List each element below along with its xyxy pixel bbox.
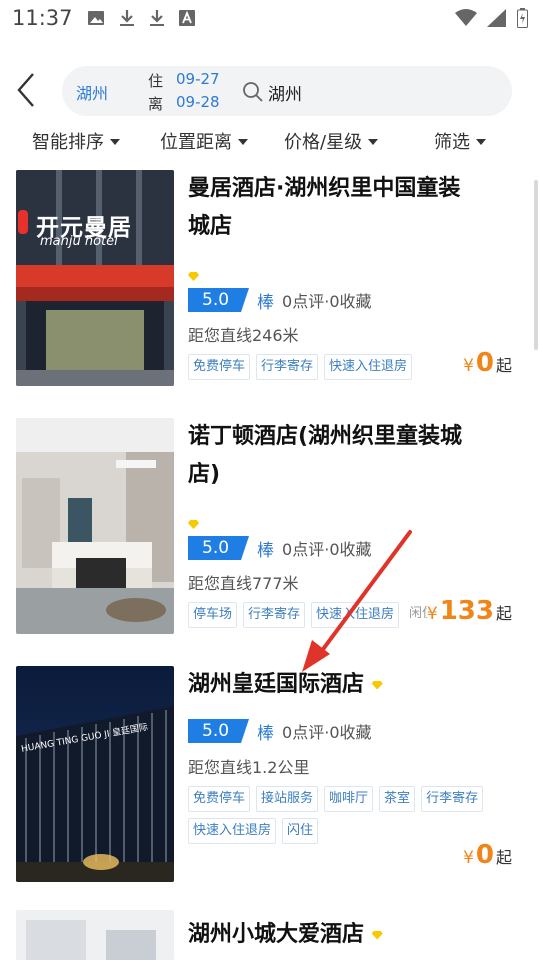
rating-score: 5.0 [188, 719, 250, 743]
currency-symbol: ¥ [426, 604, 438, 624]
review-count: 0点评·0收藏 [282, 292, 372, 311]
review-count: 0点评·0收藏 [282, 723, 372, 742]
filter-label: 智能排序 [32, 132, 104, 153]
back-arrow-icon[interactable] [14, 70, 38, 110]
filter-more[interactable]: 筛选 [434, 128, 486, 154]
price-suffix: 起 [495, 848, 512, 867]
search-icon [243, 82, 263, 102]
hotel-price: ¥ 0 起 [463, 348, 512, 378]
amenity-tag: 行李寄存 [256, 354, 319, 380]
price-suffix: 起 [495, 604, 512, 623]
search-row: 湖州 住 09-27 离 09-28 湖州 [0, 62, 540, 118]
filter-price-star[interactable]: 价格/星级 [284, 128, 379, 154]
filter-sort[interactable]: 智能排序 [32, 128, 120, 154]
hotel-price: ¥ 133 起 [426, 596, 512, 626]
rating-row: 5.0 棒 0点评·0收藏 [188, 718, 372, 744]
price-value: 0 [475, 348, 494, 378]
rating-row: 5.0 棒 0点评·0收藏 [188, 287, 372, 313]
hotel-card[interactable]: 诺丁顿酒店(湖州织里童装城 店) 5.0 棒 0点评·0收藏 距您直线777米 停… [0, 418, 540, 638]
amenity-tag: 闪住 [282, 818, 319, 844]
hotel-distance: 距您直线777米 [188, 574, 299, 593]
hotel-card[interactable]: HUANG TING GUO JI 皇廷国际 湖州皇廷国际酒店 5.0 棒 0点… [0, 666, 540, 886]
caret-down-icon [238, 139, 248, 145]
rating-word: 棒 [257, 292, 275, 313]
filter-distance[interactable]: 位置距离 [160, 128, 248, 154]
hotel-name[interactable]: 湖州皇廷国际酒店 [188, 666, 528, 704]
filter-label: 位置距离 [160, 132, 232, 153]
amenity-tag: 接站服务 [256, 786, 319, 812]
caret-down-icon [476, 139, 486, 145]
checkout-date[interactable]: 09-28 [176, 93, 220, 111]
signal-icon [487, 9, 506, 27]
currency-symbol: ¥ [463, 356, 474, 376]
hotel-photo: 开元曼居 manju hotel [16, 170, 174, 386]
gallery-icon [87, 11, 104, 25]
wifi-icon [455, 9, 477, 26]
amenity-tag: 咖啡厅 [324, 786, 374, 812]
battery-icon [517, 8, 528, 28]
hotel-distance: 距您直线246米 [188, 326, 299, 345]
rating-word: 棒 [257, 540, 275, 561]
hotel-card[interactable]: 湖州小城大爱酒店 [0, 910, 540, 960]
rating-row: 5.0 棒 0点评·0收藏 [188, 535, 372, 561]
filter-bar: 智能排序 位置距离 价格/星级 筛选 [0, 128, 540, 158]
search-box[interactable]: 湖州 住 09-27 离 09-28 湖州 [62, 66, 512, 116]
rating-score: 5.0 [188, 288, 250, 312]
diamond-icon [188, 272, 199, 281]
font-icon [178, 10, 195, 26]
download-icon [149, 10, 164, 26]
hotel-photo [16, 418, 174, 634]
search-input[interactable]: 湖州 [268, 80, 302, 105]
hotel-name[interactable]: 诺丁顿酒店(湖州织里童装城 店) [188, 418, 528, 494]
filter-label: 价格/星级 [284, 132, 363, 153]
review-count: 0点评·0收藏 [282, 540, 372, 559]
price-value: 133 [439, 596, 494, 626]
diamond-icon [188, 520, 199, 529]
checkin-date[interactable]: 09-27 [176, 70, 220, 88]
hotel-price: ¥ 0 起 [463, 840, 512, 870]
hotel-sign-sub: manju hotel [40, 234, 118, 249]
status-bar: 11:37 [0, 0, 540, 36]
amenity-tags: 免费停车 接站服务 咖啡厅 茶室 行李寄存 快速入住退房 闪住 [188, 786, 508, 844]
amenity-tags: 免费停车 行李寄存 快速入住退房 [188, 354, 508, 380]
diamond-icon [371, 680, 383, 690]
amenity-tag: 快速入住退房 [324, 354, 413, 380]
rating-word: 棒 [257, 723, 275, 744]
caret-down-icon [368, 139, 379, 145]
scrollbar[interactable] [534, 180, 538, 350]
filter-label: 筛选 [434, 132, 470, 153]
checkout-label: 离 [148, 95, 164, 113]
hotel-name[interactable]: 曼居酒店·湖州织里中国童装 城店 [188, 170, 528, 246]
status-time: 11:37 [12, 6, 73, 30]
hotel-card[interactable]: 开元曼居 manju hotel 曼居酒店·湖州织里中国童装 城店 5.0 棒 0… [0, 170, 540, 390]
amenity-tag: 快速入住退房 [188, 818, 277, 844]
city-selector[interactable]: 湖州 [76, 80, 108, 104]
hotel-photo [16, 910, 174, 960]
amenity-tag: 茶室 [379, 786, 416, 812]
checkin-label: 住 [148, 72, 164, 90]
caret-down-icon [110, 139, 120, 145]
amenity-tag: 免费停车 [188, 786, 251, 812]
amenity-tag: 行李寄存 [421, 786, 484, 812]
price-suffix: 起 [495, 356, 512, 375]
amenity-tag: 免费停车 [188, 354, 251, 380]
hotel-photo: HUANG TING GUO JI 皇廷国际 [16, 666, 174, 882]
amenity-tag: 快速入住退房 [311, 602, 400, 628]
diamond-icon [371, 930, 383, 940]
amenity-tag: 行李寄存 [243, 602, 306, 628]
price-value: 0 [475, 840, 494, 870]
currency-symbol: ¥ [463, 848, 474, 868]
amenity-tag: 停车场 [188, 602, 238, 628]
rating-score: 5.0 [188, 536, 250, 560]
download-icon [119, 10, 134, 26]
hotel-distance: 距您直线1.2公里 [188, 758, 310, 777]
hotel-name[interactable]: 湖州小城大爱酒店 [188, 910, 528, 954]
